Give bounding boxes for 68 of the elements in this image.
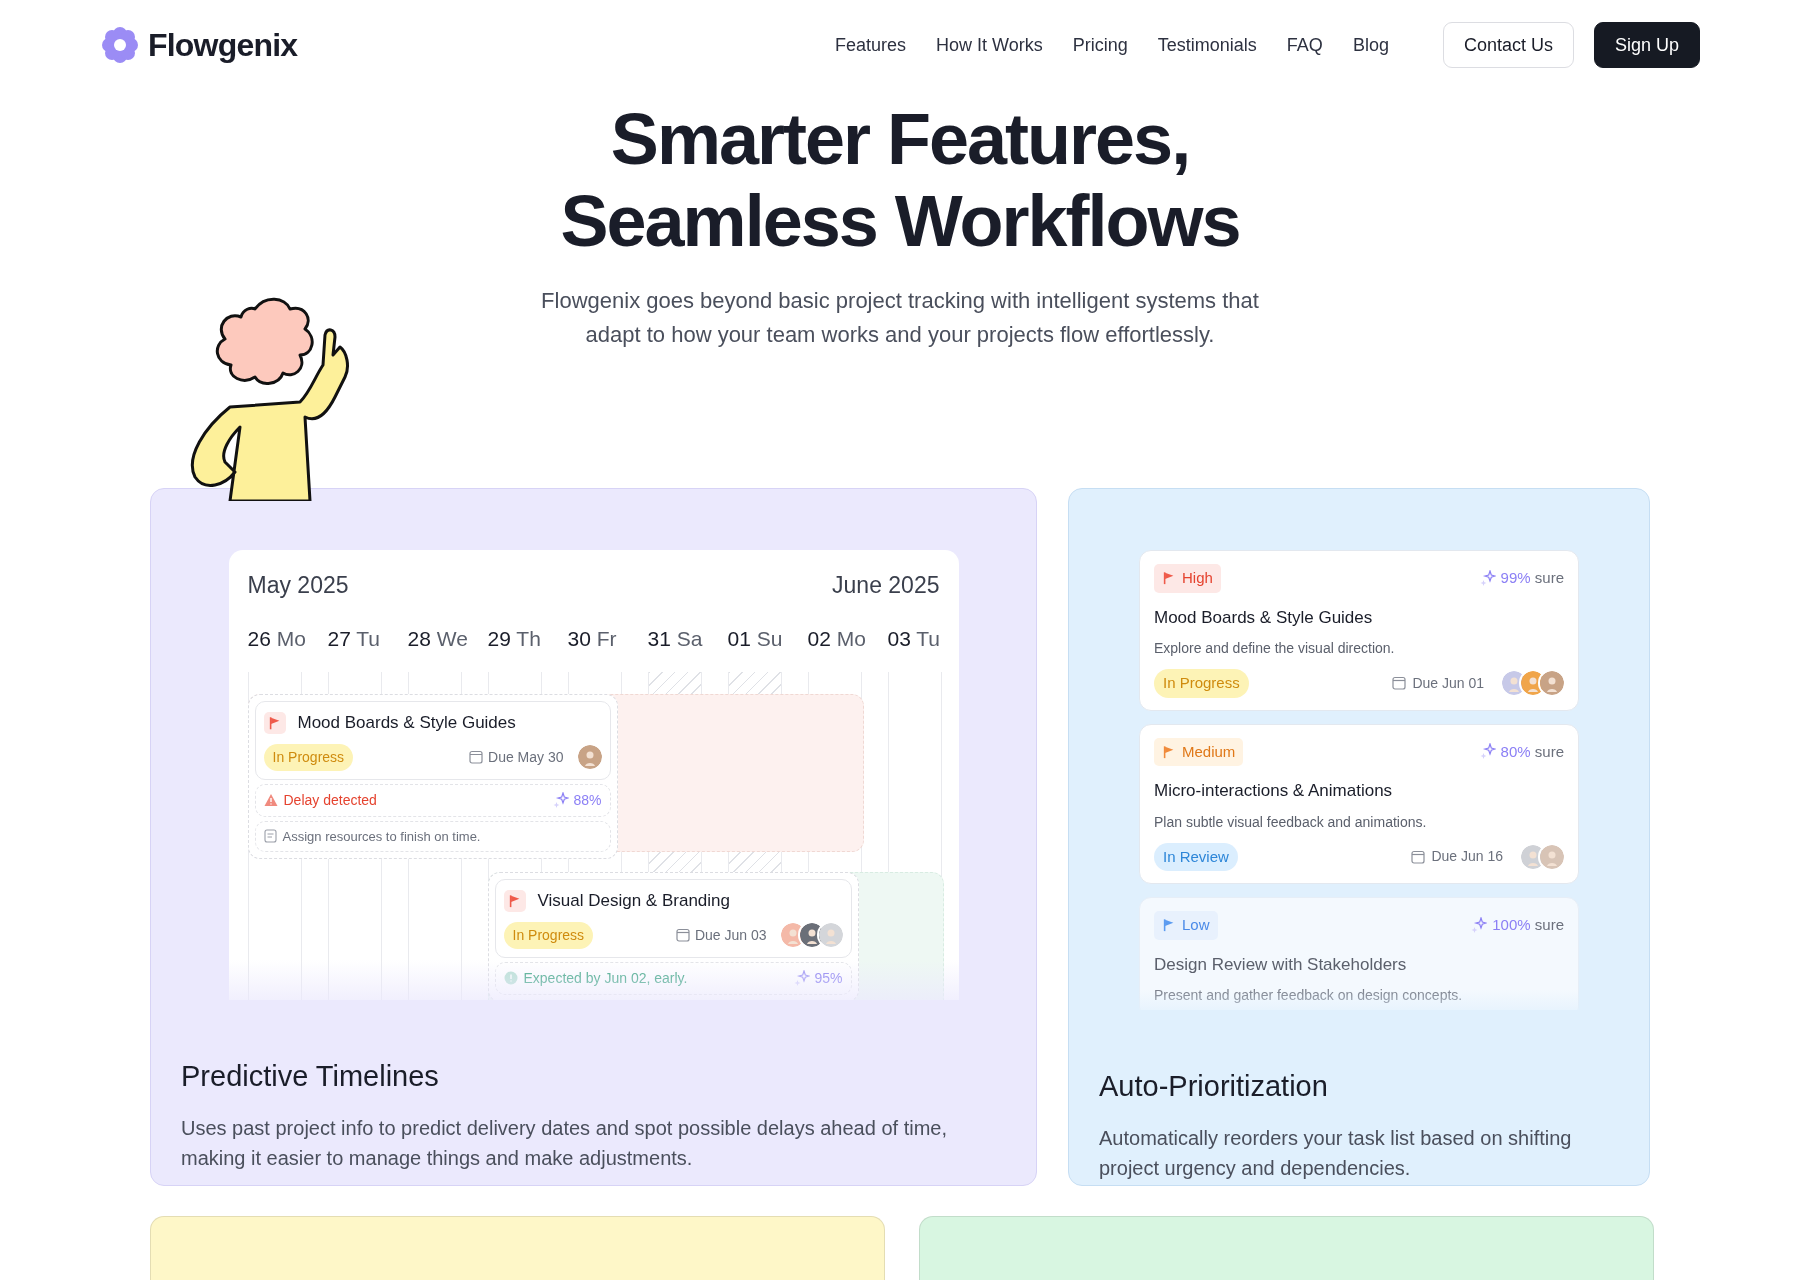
calendar-icon bbox=[469, 750, 483, 764]
hero-subtitle: Flowgenix goes beyond basic project tracking with intelligent systems that adapt to how your team works and your projects flow effortlessly. bbox=[540, 287, 1260, 349]
day-label: 03 Tu bbox=[887, 626, 941, 650]
day-label: 02 Mo bbox=[807, 626, 866, 650]
priority-badge: Medium bbox=[1154, 737, 1244, 766]
brand-name[interactable]: Flowgenix bbox=[148, 21, 298, 69]
warning-icon bbox=[263, 793, 278, 807]
feature-title: Auto-Prioritization bbox=[1099, 1069, 1329, 1104]
forecast-text: Delay detected bbox=[283, 790, 377, 810]
sparkle-icon bbox=[793, 969, 811, 987]
confidence-text: 88% bbox=[573, 790, 602, 810]
task-description: Plan subtle visual feedback and animations. bbox=[1154, 812, 1428, 832]
nav-link[interactable]: Features bbox=[835, 31, 907, 59]
confidence-text: 80% sure bbox=[1500, 741, 1564, 762]
due-date: Due Jun 01 bbox=[1412, 673, 1484, 693]
flag-icon bbox=[1162, 571, 1176, 586]
sparkle-icon bbox=[552, 791, 570, 809]
flag-icon bbox=[1162, 918, 1176, 933]
month-label: May 2025 bbox=[247, 571, 349, 600]
task-note: Assign resources to finish on time. bbox=[282, 827, 481, 846]
forecast-text: Expected by Jun 02, early. bbox=[523, 968, 688, 988]
logo-icon bbox=[100, 25, 140, 65]
nav-link[interactable]: Blog bbox=[1352, 31, 1389, 59]
task-description: Explore and define the visual direction. bbox=[1154, 639, 1396, 658]
task-title: Design Review with Stakeholders bbox=[1154, 953, 1408, 976]
nav-link[interactable]: FAQ bbox=[1286, 31, 1323, 59]
task-title: Visual Design & Branding bbox=[537, 890, 730, 912]
day-label: 27 Tu bbox=[327, 626, 381, 650]
feature-title: Predictive Timelines bbox=[181, 1059, 440, 1094]
feature-description: Automatically reorders your task list based on shifting project urgency and dependencies. bbox=[1099, 1125, 1573, 1181]
nav-link[interactable]: Pricing bbox=[1072, 31, 1128, 59]
task-title: Mood Boards & Style Guides bbox=[297, 712, 516, 734]
day-label: 29 Th bbox=[487, 626, 541, 650]
nav-link[interactable]: Testimonials bbox=[1157, 31, 1257, 59]
sparkle-icon bbox=[1470, 916, 1488, 934]
info-icon bbox=[503, 971, 518, 985]
day-label: 31 Sa bbox=[647, 626, 703, 650]
status-badge: In Progress bbox=[263, 743, 354, 771]
confidence-text: 95% bbox=[814, 968, 843, 988]
due-date: Due May 30 bbox=[488, 747, 564, 767]
day-label: 26 Mo bbox=[247, 626, 306, 650]
confidence-text: 99% sure bbox=[1500, 568, 1564, 588]
status-badge: In Progress bbox=[1154, 669, 1249, 698]
contact-button[interactable]: Contact Us bbox=[1442, 22, 1574, 68]
priority-badge: High bbox=[1154, 564, 1221, 593]
sign-up-button[interactable]: Sign Up bbox=[1593, 22, 1700, 68]
calendar-icon bbox=[1392, 676, 1407, 691]
hero-heading-line: Seamless Workflows bbox=[559, 180, 1241, 262]
hero-heading-line: Smarter Features, bbox=[609, 98, 1191, 180]
calendar-icon bbox=[1411, 849, 1426, 864]
note-icon bbox=[263, 829, 277, 844]
due-date: Due Jun 03 bbox=[694, 925, 767, 945]
due-date: Due Jun 16 bbox=[1431, 847, 1503, 867]
flag-icon bbox=[1162, 744, 1176, 759]
task-description: Present and gather feedback on design concepts. bbox=[1154, 986, 1464, 1005]
day-label: 28 We bbox=[407, 626, 468, 650]
task-title: Mood Boards & Style Guides bbox=[1154, 606, 1374, 629]
month-label: June 2025 bbox=[832, 571, 940, 600]
confidence-text: 100% sure bbox=[1492, 915, 1564, 935]
day-label: 30 Fr bbox=[567, 626, 617, 650]
priority-badge: Low bbox=[1154, 911, 1218, 940]
feature-description: Uses past project info to predict delivery dates and spot possible delays ahead of time, making it easier to manage things and make adjustments. bbox=[181, 1115, 948, 1171]
day-label: 01 Su bbox=[727, 626, 783, 650]
calendar-icon bbox=[675, 928, 690, 942]
status-badge: In Review bbox=[1154, 842, 1238, 871]
task-title: Micro-interactions & Animations bbox=[1154, 780, 1394, 802]
status-badge: In Progress bbox=[503, 921, 594, 949]
nav-link[interactable]: How It Works bbox=[936, 31, 1043, 59]
